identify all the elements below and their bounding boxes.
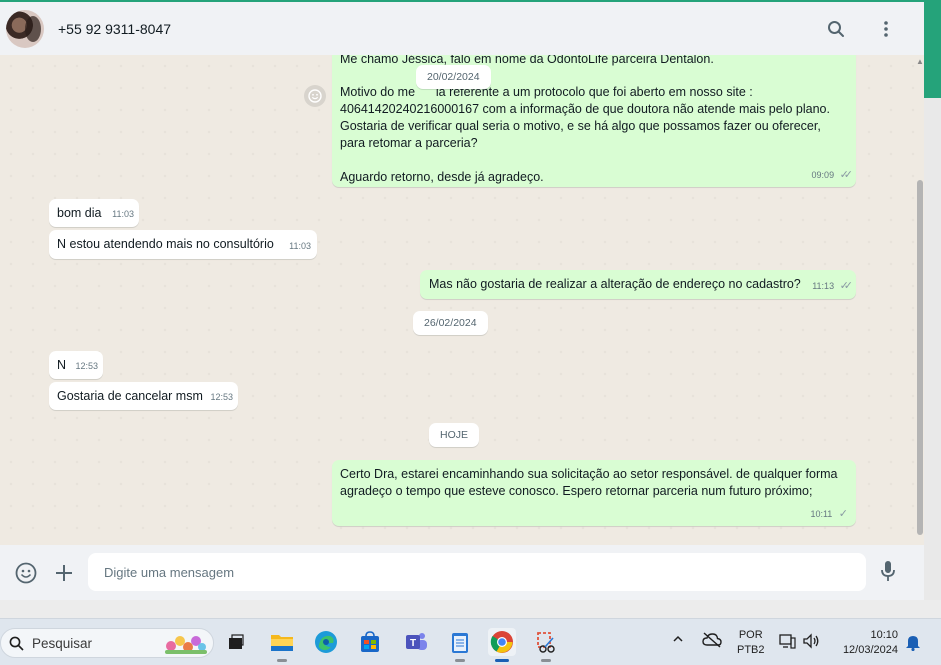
window-bottom-gap [0, 600, 941, 618]
contact-name[interactable]: +55 92 9311-8047 [58, 21, 171, 37]
running-indicator [455, 659, 465, 662]
taskbar-chrome[interactable] [488, 628, 516, 662]
react-emoji-icon[interactable] [304, 85, 326, 107]
sent-check-icon: ✓ [838, 508, 848, 520]
kebab-menu-icon[interactable] [874, 17, 898, 41]
message-outgoing[interactable]: Mas não gostaria de realizar a alteração… [420, 270, 856, 299]
read-receipt-icon: ✓✓ [839, 280, 854, 292]
message-text-line: agradeço o tempo que esteve conosco. Esp… [340, 484, 813, 498]
taskbar-search[interactable]: Pesquisar [0, 628, 214, 658]
message-time: 11:13 [812, 281, 835, 291]
onedrive-offline-icon[interactable] [702, 632, 722, 651]
taskbar-teams[interactable]: T [402, 628, 430, 656]
message-incoming[interactable]: bom dia 11:03 [49, 199, 139, 227]
emoji-icon[interactable] [14, 561, 38, 585]
read-receipt-icon: ✓✓ [839, 169, 854, 181]
running-indicator [277, 659, 287, 662]
message-meta: 11:13 ✓✓ [812, 277, 854, 295]
message-text-line: para retomar a parceria? [340, 136, 478, 150]
taskbar-file-explorer[interactable] [268, 628, 296, 662]
scroll-thumb[interactable] [917, 180, 923, 535]
message-time: 11:03 [289, 241, 311, 251]
contact-avatar[interactable] [6, 9, 44, 48]
keyboard-layout: PTB2 [737, 644, 765, 656]
message-list[interactable]: Me chamo Jéssica, falo em nome da Odonto… [0, 55, 924, 545]
taskbar-microsoft-store[interactable] [356, 628, 384, 656]
volume-icon[interactable] [802, 632, 820, 653]
header-actions [824, 17, 898, 41]
taskbar-snipping-tool[interactable] [532, 628, 560, 662]
svg-text:T: T [410, 638, 416, 649]
message-text: N estou atendendo mais no consultório [57, 237, 274, 251]
taskbar-notepad[interactable] [446, 628, 474, 662]
language-code: POR [738, 629, 763, 641]
notification-bell-icon[interactable] [905, 633, 921, 654]
message-text-line: Gostaria de verificar qual seria o motiv… [340, 119, 821, 133]
message-incoming[interactable]: Gostaria de cancelar msm 12:53 [49, 382, 238, 410]
message-meta: 09:09 ✓✓ [811, 166, 854, 184]
message-text: bom dia [57, 206, 102, 220]
message-time: 10:11 [810, 509, 833, 519]
keyboard-language[interactable]: POR PTB2 [737, 628, 765, 658]
tray-chevron-up-icon[interactable] [672, 633, 684, 648]
message-time: 12:53 [210, 392, 233, 402]
background-window-edge [924, 0, 941, 98]
message-outgoing[interactable]: Certo Dra, estarei encaminhando sua soli… [332, 460, 856, 526]
message-outgoing-protocol[interactable]: Me chamo Jéssica, falo em nome da Odonto… [332, 55, 856, 187]
message-text-line: Me chamo Jéssica, falo em nome da Odonto… [340, 55, 714, 66]
message-text-line: Aguardo retorno, desde já agradeço. [340, 170, 544, 184]
message-incoming[interactable]: N estou atendendo mais no consultório 11… [49, 230, 317, 259]
search-icon[interactable] [824, 17, 848, 41]
taskbar-edge[interactable] [312, 628, 340, 656]
message-text-line: 40641420240216000167 com a informação de… [340, 102, 830, 116]
network-icon[interactable] [778, 632, 796, 653]
taskbar-search-label: Pesquisar [32, 635, 93, 651]
chat-scrollbar[interactable]: ▲ [915, 55, 924, 545]
message-time: 09:09 [811, 170, 835, 180]
date-separator: 20/02/2024 [416, 65, 491, 89]
microphone-icon[interactable] [880, 560, 896, 587]
windows-taskbar: Pesquisar T POR PTB2 10:10 12/03/2024 [0, 618, 941, 665]
message-time: 12:53 [75, 361, 98, 371]
message-text-line: Motivo do me ia referente a um protocolo… [340, 85, 753, 99]
system-clock[interactable]: 10:10 12/03/2024 [836, 628, 898, 658]
search-icon [9, 636, 24, 651]
clock-date: 12/03/2024 [842, 644, 898, 656]
date-separator: HOJE [429, 423, 480, 447]
active-indicator [495, 659, 509, 662]
message-text: Mas não gostaria de realizar a alteração… [429, 277, 801, 291]
message-text-line: Certo Dra, estarei encaminhando sua soli… [340, 467, 838, 481]
chat-header: +55 92 9311-8047 [0, 0, 924, 55]
message-text: Gostaria de cancelar msm [57, 389, 203, 403]
message-composer [0, 545, 924, 600]
attach-plus-icon[interactable] [52, 561, 76, 585]
message-time: 11:03 [112, 209, 134, 219]
taskbar-task-view[interactable] [222, 628, 250, 656]
message-input[interactable] [88, 553, 866, 591]
message-text: N [57, 358, 67, 372]
flowers-decoration-icon [161, 632, 209, 656]
message-meta: 10:11 ✓ [810, 505, 848, 523]
message-incoming[interactable]: N 12:53 [49, 351, 103, 379]
clock-time: 10:10 [870, 629, 898, 641]
scroll-up-arrow-icon[interactable]: ▲ [916, 58, 924, 66]
background-window-edge-lower [924, 98, 941, 618]
running-indicator [541, 659, 551, 662]
date-separator: 26/02/2024 [413, 311, 488, 335]
